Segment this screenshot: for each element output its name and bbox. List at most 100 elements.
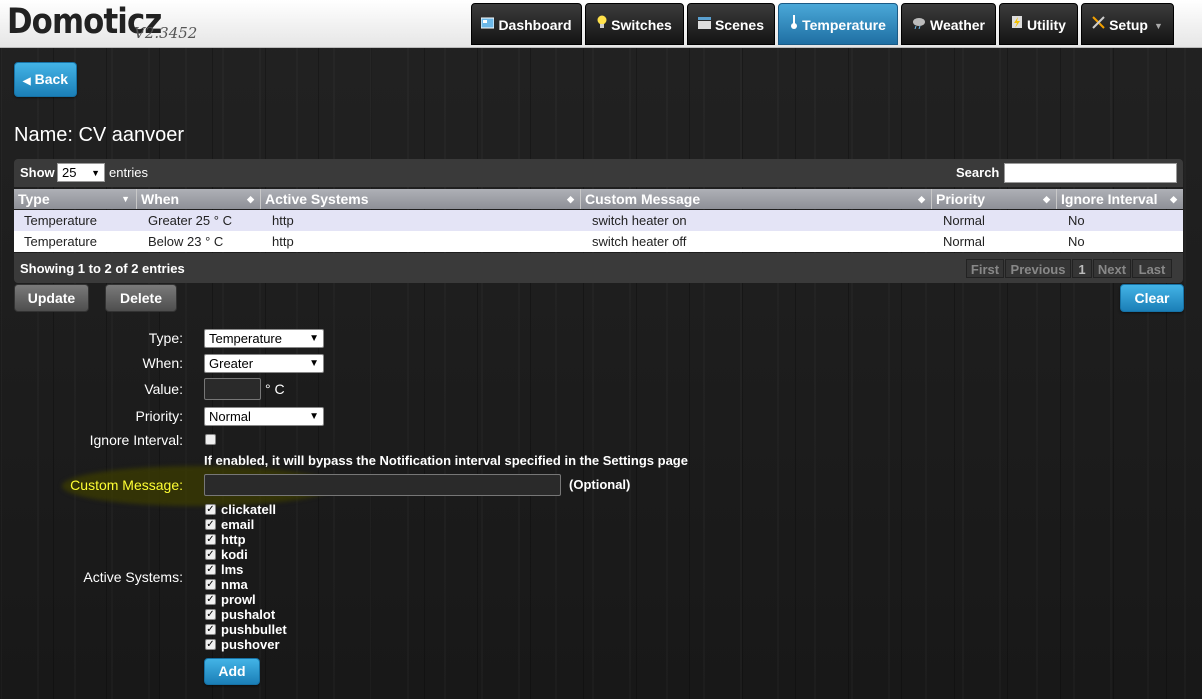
delete-button[interactable]: Delete (105, 284, 177, 312)
table-info: Showing 1 to 2 of 2 entries (20, 261, 185, 276)
app-version: V2.3452 (134, 24, 198, 42)
rain-cloud-icon (912, 4, 926, 46)
update-button[interactable]: Update (14, 284, 89, 312)
cell-priority: Normal (943, 234, 985, 249)
system-checkbox-pushalot[interactable]: ✓ (205, 609, 216, 620)
nav-utility-label: Utility (1027, 17, 1066, 33)
clapperboard-icon (697, 4, 711, 46)
system-checkbox-lms[interactable]: ✓ (205, 564, 216, 575)
system-label: lms (221, 562, 244, 577)
chevron-down-icon: ▼ (309, 411, 319, 422)
chevron-left-icon: ◀ (22, 76, 31, 87)
search-label: Search : (956, 165, 1008, 180)
nav-weather[interactable]: Weather (901, 3, 996, 45)
table-footer: Showing 1 to 2 of 2 entries First Previo… (14, 253, 1183, 283)
priority-label: Priority: (135, 408, 183, 424)
chevron-down-icon: ▼ (309, 333, 319, 344)
column-header-active-systems[interactable]: Active Systems ◆ (261, 189, 581, 209)
nav-temperature[interactable]: Temperature (778, 3, 898, 45)
chevron-down-icon: ▼ (1153, 21, 1163, 31)
tools-icon (1092, 4, 1105, 46)
column-header-label: Ignore Interval (1061, 191, 1158, 207)
column-header-label: Custom Message (585, 191, 701, 207)
column-header-when[interactable]: When ◆ (137, 189, 261, 209)
column-header-ignore-interval[interactable]: Ignore Interval ◆ (1057, 189, 1183, 209)
pager-previous[interactable]: Previous (1005, 259, 1071, 278)
entries-label: entries (109, 165, 149, 180)
nav-weather-label: Weather (930, 17, 985, 33)
column-header-priority[interactable]: Priority ◆ (932, 189, 1057, 209)
custom-message-optional: (Optional) (569, 477, 631, 492)
column-header-label: When (141, 191, 180, 207)
column-header-type[interactable]: Type ▼ (14, 189, 137, 209)
nav-setup[interactable]: Setup ▼ (1081, 3, 1174, 45)
ignore-interval-checkbox[interactable] (205, 434, 216, 445)
value-input[interactable] (204, 378, 261, 400)
system-checkbox-pushbullet[interactable]: ✓ (205, 624, 216, 635)
system-checkbox-email[interactable]: ✓ (205, 519, 216, 530)
sort-icon: ◆ (1170, 194, 1177, 204)
chevron-down-icon: ▼ (91, 168, 100, 178)
value-label: Value: (144, 381, 183, 397)
cell-type: Temperature (24, 234, 97, 249)
header-bar: Domoticz V2.3452 Dashboard Switches Scen… (0, 0, 1202, 48)
cell-type: Temperature (24, 213, 97, 228)
system-checkbox-http[interactable]: ✓ (205, 534, 216, 545)
custom-message-input[interactable] (204, 474, 561, 496)
nav-dashboard[interactable]: Dashboard (471, 3, 582, 45)
when-select[interactable]: Greater ▼ (204, 354, 324, 373)
type-select-value: Temperature (209, 331, 282, 346)
system-checkbox-prowl[interactable]: ✓ (205, 594, 216, 605)
nav-temperature-label: Temperature (802, 17, 886, 33)
dashboard-icon (480, 4, 495, 46)
nav-scenes[interactable]: Scenes (687, 3, 775, 45)
nav-switches[interactable]: Switches (585, 3, 684, 45)
clear-button[interactable]: Clear (1120, 284, 1184, 312)
system-checkbox-kodi[interactable]: ✓ (205, 549, 216, 560)
sort-icon: ◆ (567, 194, 574, 204)
system-checkbox-nma[interactable]: ✓ (205, 579, 216, 590)
nav-utility[interactable]: Utility (999, 3, 1078, 45)
system-checkbox-clickatell[interactable]: ✓ (205, 504, 216, 515)
nav-setup-label: Setup (1109, 17, 1148, 33)
cell-custom-message: switch heater on (592, 213, 687, 228)
search-input[interactable] (1004, 163, 1177, 183)
pager-next[interactable]: Next (1093, 259, 1131, 278)
lightning-icon (1011, 4, 1023, 46)
system-label: pushalot (221, 607, 276, 622)
pager-first[interactable]: First (966, 259, 1004, 278)
system-checkbox-pushover[interactable]: ✓ (205, 639, 216, 650)
chevron-down-icon: ▼ (309, 358, 319, 369)
priority-select-value: Normal (209, 409, 251, 424)
system-label: email (221, 517, 255, 532)
table-row[interactable]: Temperature Below 23 ° C http switch hea… (14, 231, 1183, 252)
back-button[interactable]: ◀ Back (14, 62, 77, 97)
system-label: nma (221, 577, 248, 592)
active-systems-label: Active Systems: (83, 569, 183, 585)
pager-last[interactable]: Last (1132, 259, 1172, 278)
sort-icon: ◆ (247, 194, 254, 204)
ignore-interval-hint: If enabled, it will bypass the Notificat… (204, 453, 688, 468)
column-header-custom-message[interactable]: Custom Message ◆ (581, 189, 932, 209)
type-label: Type: (148, 330, 183, 346)
entries-select[interactable]: 25 ▼ (57, 163, 105, 182)
nav-dashboard-label: Dashboard (498, 17, 572, 33)
add-button[interactable]: Add (204, 658, 260, 685)
sort-icon: ◆ (1043, 194, 1050, 204)
value-unit: ° C (265, 381, 285, 397)
column-header-label: Type (18, 191, 50, 207)
system-label: prowl (221, 592, 256, 607)
cell-custom-message: switch heater off (592, 234, 687, 249)
table-header: Type ▼ When ◆ Active Systems ◆ Custom Messa… (14, 189, 1183, 209)
system-label: http (221, 532, 246, 547)
when-select-value: Greater (209, 356, 254, 371)
sort-desc-icon: ▼ (121, 194, 130, 204)
table-row[interactable]: Temperature Greater 25 ° C http switch h… (14, 210, 1183, 231)
type-select[interactable]: Temperature ▼ (204, 329, 324, 348)
thermometer-icon (790, 4, 798, 46)
cell-active-systems: http (272, 213, 294, 228)
priority-select[interactable]: Normal ▼ (204, 407, 324, 426)
cell-ignore-interval: No (1068, 234, 1085, 249)
nav-switches-label: Switches (611, 17, 672, 33)
pager-page-1[interactable]: 1 (1072, 259, 1092, 278)
